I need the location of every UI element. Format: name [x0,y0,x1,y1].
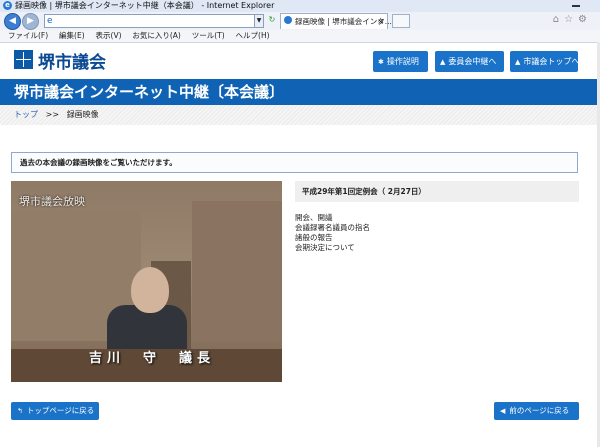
breadcrumb-separator: >> [45,110,60,119]
committee-button[interactable]: ▲ 委員会中継へ [435,51,504,72]
top-page-button-label: トップページに戻る [26,406,95,415]
new-tab-button[interactable] [392,14,410,28]
back-page-button-label: 前のページに戻る [509,406,570,415]
menu-tools[interactable]: ツール(T) [192,30,225,42]
menu-favorites[interactable]: お気に入り(A) [132,30,180,42]
menu-view[interactable]: 表示(V) [96,30,122,42]
council-top-button-label: 市議会トップへ [523,57,578,66]
back-button[interactable]: ◀ [4,13,21,30]
browser-tab[interactable]: 録画映像 | 堺市議会インタ... × [280,13,392,29]
help-button[interactable]: ✱ 操作説明 [373,51,428,72]
menu-help[interactable]: ヘルプ(H) [236,30,270,42]
logo-text: 堺市議会 [38,53,106,73]
refresh-icon[interactable]: ↻ [266,14,278,26]
return-arrow-icon: ↰ [17,407,23,415]
toolbar-icons[interactable]: ⌂☆⚙ [553,14,592,25]
video-watermark: 堺市議会放映 [19,195,85,208]
address-bar-row: ◀ ▶ e ▼ ↻ 録画映像 | 堺市議会インタ... × ⌂☆⚙ [0,12,600,31]
triangle-icon: ▲ [440,58,446,66]
agenda-item[interactable]: 会期決定について [295,243,370,253]
address-dropdown-icon[interactable]: ▼ [254,14,264,28]
page-banner: 堺市議会インターネット中継〔本会議〕 [0,79,600,105]
agenda-list: 開会、開議 会議録署名議員の指名 諸般の報告 会期決定について [295,213,370,253]
window-title: 録画映像 | 堺市議会インターネット中継（本会議） - Internet Exp… [15,1,275,10]
session-title: 平成29年第1回定例会（ 2月27日） [302,187,426,196]
page-title: 堺市議会インターネット中継〔本会議〕 [14,83,285,101]
committee-button-label: 委員会中継へ [448,57,497,66]
notice-box: 過去の本会議の録画映像をご覧いただけます。 [11,152,578,173]
breadcrumb-current: 録画映像 [66,110,99,119]
agenda-item[interactable]: 諸般の報告 [295,233,370,243]
speaker-caption: 吉川 守 議長 [89,351,216,366]
council-top-button[interactable]: ▲ 市議会トップへ [510,51,578,72]
agenda-item[interactable]: 開会、開議 [295,213,370,223]
menu-file[interactable]: ファイル(F) [8,30,48,42]
gear-icon: ✱ [378,58,384,66]
menu-bar: ファイル(F) 編集(E) 表示(V) お気に入り(A) ツール(T) ヘルプ(… [0,30,600,43]
agenda-item[interactable]: 会議録署名議員の指名 [295,223,370,233]
breadcrumb-bar: トップ >> 録画映像 [0,105,600,125]
top-page-button[interactable]: ↰ トップページに戻る [11,402,99,420]
help-button-label: 操作説明 [386,57,419,66]
city-emblem-icon [14,50,33,69]
video-player[interactable]: 堺市議会放映 吉川 守 議長 [11,181,282,382]
close-tab-icon[interactable]: × [377,14,384,29]
left-triangle-icon: ◀ [500,407,506,415]
menu-edit[interactable]: 編集(E) [59,30,85,42]
notice-text: 過去の本会議の録画映像をご覧いただけます。 [20,158,177,167]
breadcrumb: トップ >> 録画映像 [14,105,99,125]
page-icon: e [47,16,53,26]
ie-logo-icon: e [3,1,12,10]
back-page-button[interactable]: ◀ 前のページに戻る [494,402,579,420]
forward-button[interactable]: ▶ [22,13,39,30]
speaker-head [131,267,169,313]
session-header: 平成29年第1回定例会（ 2月27日） [295,181,579,202]
breadcrumb-home-link[interactable]: トップ [14,110,38,119]
triangle-icon: ▲ [515,58,521,66]
minimize-icon[interactable] [572,5,580,7]
tab-favicon-icon [284,16,292,24]
address-input[interactable]: e [44,14,262,28]
